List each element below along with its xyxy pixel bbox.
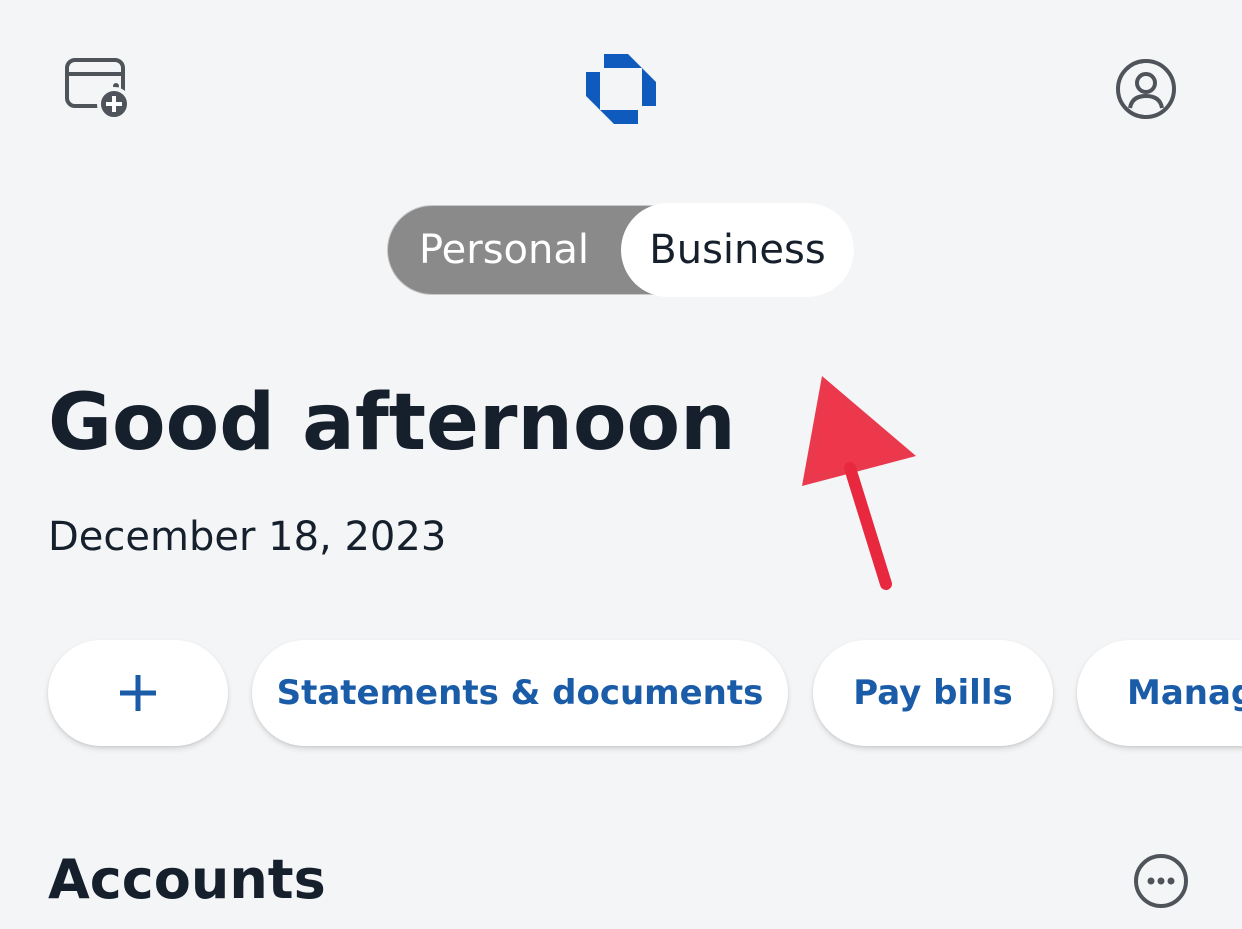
red-arrow-annotation	[802, 376, 916, 590]
account-type-toggle: Personal Business	[387, 203, 854, 297]
plus-icon	[120, 675, 156, 711]
bank-logo-icon	[586, 54, 656, 124]
pay-bills-button[interactable]: Pay bills	[813, 640, 1053, 746]
accounts-heading: Accounts	[48, 848, 326, 911]
add-quick-action-button[interactable]	[48, 640, 228, 746]
toggle-business[interactable]: Business	[621, 203, 854, 297]
statements-documents-button[interactable]: Statements & documents	[252, 640, 788, 746]
greeting-date: December 18, 2023	[48, 514, 447, 560]
manage-button[interactable]: Manag	[1077, 640, 1242, 746]
more-options-icon[interactable]	[1132, 852, 1190, 910]
wallet-add-icon[interactable]	[58, 52, 138, 124]
toggle-personal[interactable]: Personal	[388, 206, 620, 294]
greeting-title: Good afternoon	[48, 378, 736, 468]
home-screen: Personal Business Good afternoon Decembe…	[0, 0, 1242, 929]
profile-icon[interactable]	[1112, 56, 1180, 122]
